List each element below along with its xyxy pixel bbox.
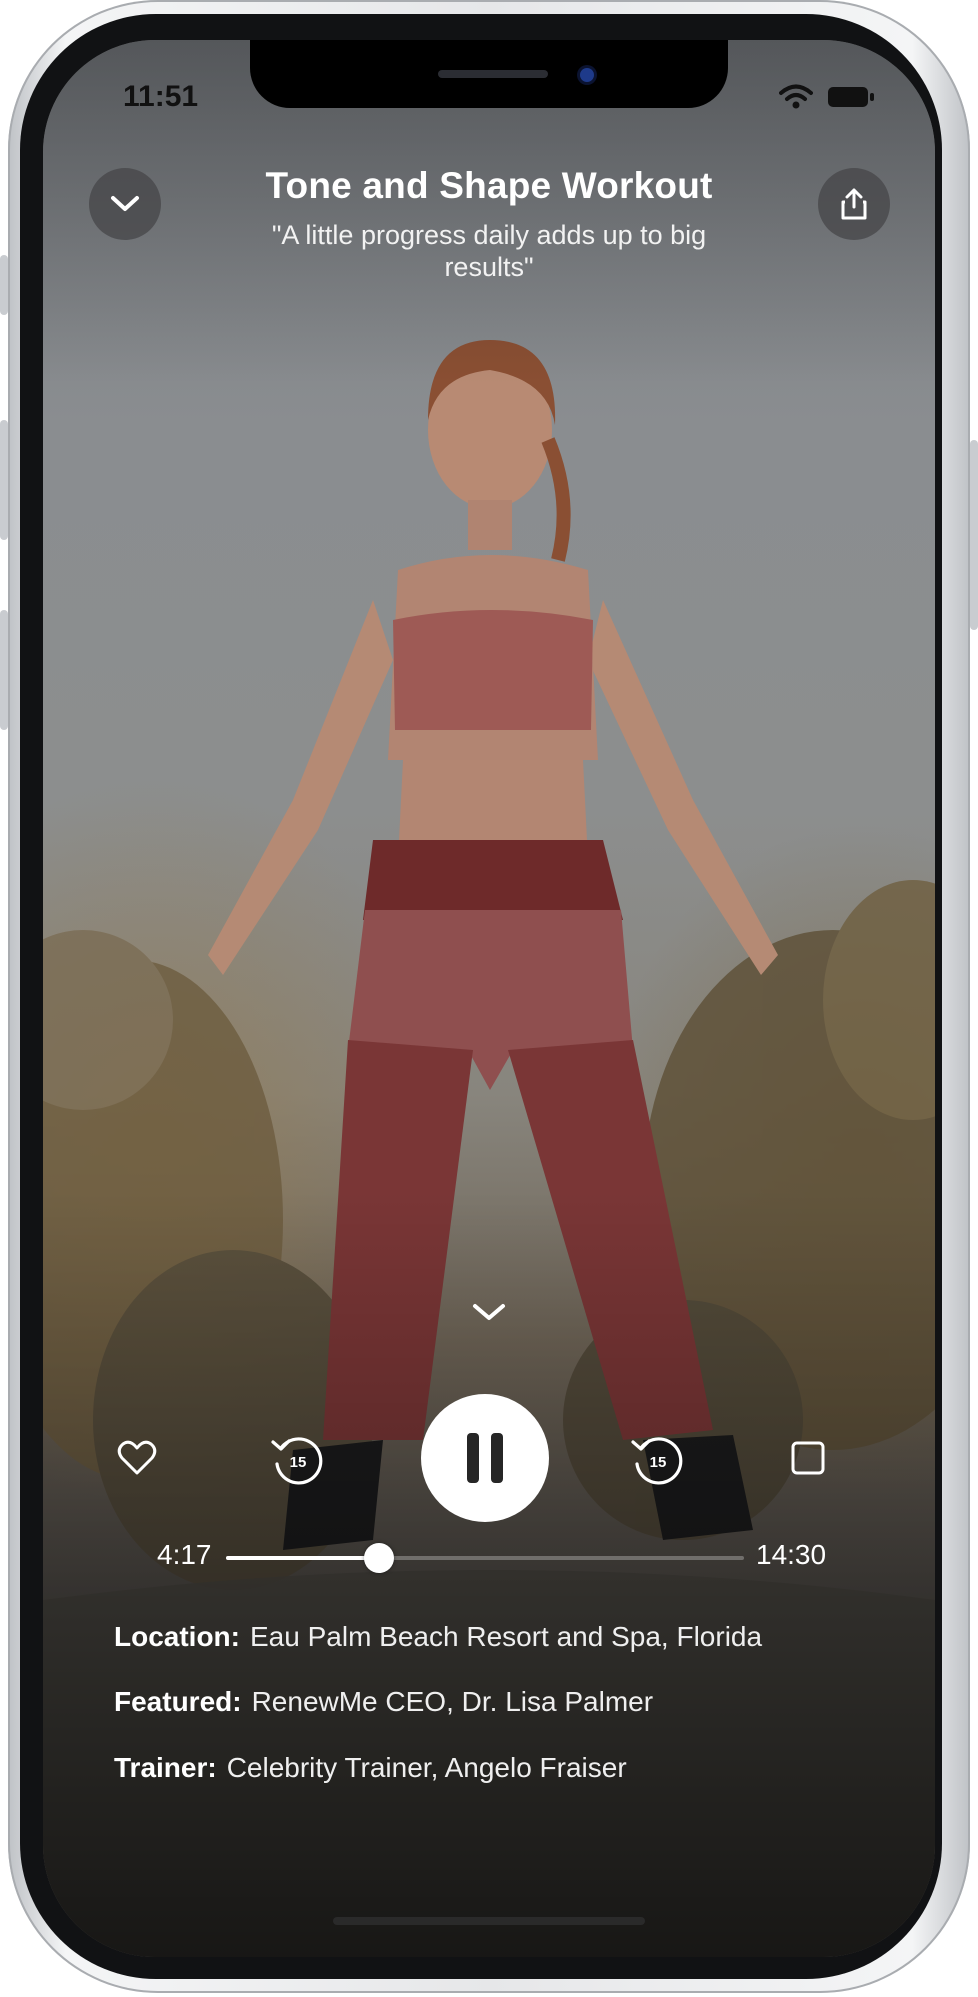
notch (250, 40, 728, 108)
progress-fill (226, 1556, 379, 1560)
minimize-player-button[interactable] (89, 168, 161, 240)
collapse-controls-button[interactable] (465, 1298, 513, 1328)
forward-15-icon: 15 (631, 1437, 683, 1485)
stop-icon (791, 1441, 825, 1475)
speaker-grille (438, 70, 548, 78)
chevron-down-icon (473, 1304, 505, 1320)
video-shade-overlay (43, 40, 935, 1957)
favorite-button[interactable] (109, 1432, 165, 1484)
front-camera (580, 68, 594, 82)
forward-seconds-label: 15 (650, 1454, 667, 1471)
elapsed-time: 4:17 (157, 1539, 212, 1570)
rewind-15-button[interactable]: 15 (267, 1430, 329, 1492)
progress-slider[interactable] (226, 1543, 744, 1573)
trainer-value: Celebrity Trainer, Angelo Fraiser (226, 1752, 627, 1783)
progress-thumb[interactable] (363, 1543, 394, 1573)
share-icon (841, 188, 867, 220)
workout-quote: "A little progress daily adds up to big … (271, 220, 707, 282)
wifi-icon (779, 84, 813, 109)
share-button[interactable] (818, 168, 890, 240)
status-time: 11:51 (123, 80, 199, 113)
volume-up-button (0, 420, 8, 540)
trainer-row: Trainer: Celebrity Trainer, Angelo Fraise… (114, 1752, 627, 1784)
location-value: Eau Palm Beach Resort and Spa, Florida (250, 1621, 763, 1652)
stop-button[interactable] (786, 1436, 830, 1480)
location-row: Location: Eau Palm Beach Resort and Spa, … (114, 1621, 762, 1653)
home-indicator[interactable] (333, 1917, 645, 1925)
featured-row: Featured: RenewMe CEO, Dr. Lisa Palmer (114, 1686, 653, 1718)
workout-title: Tone and Shape Workout (265, 165, 713, 206)
rewind-seconds-label: 15 (290, 1454, 307, 1471)
pause-button[interactable] (421, 1394, 549, 1522)
mute-switch (0, 255, 8, 315)
heart-icon (117, 1440, 157, 1475)
rewind-15-icon: 15 (271, 1437, 323, 1485)
battery-icon (828, 87, 874, 107)
total-duration: 14:30 (756, 1539, 827, 1570)
power-button (970, 440, 978, 630)
forward-15-button[interactable]: 15 (627, 1430, 689, 1492)
trainer-label: Trainer: (114, 1752, 217, 1783)
featured-value: RenewMe CEO, Dr. Lisa Palmer (251, 1686, 654, 1717)
location-label: Location: (114, 1621, 240, 1652)
volume-down-button (0, 610, 8, 730)
status-icons (779, 84, 875, 110)
pause-icon (467, 1433, 503, 1483)
chevron-down-icon (111, 196, 139, 211)
video-player-screen: 11:51 Tone and Shape Workout "A little p… (43, 40, 935, 1957)
featured-label: Featured: (114, 1686, 242, 1717)
